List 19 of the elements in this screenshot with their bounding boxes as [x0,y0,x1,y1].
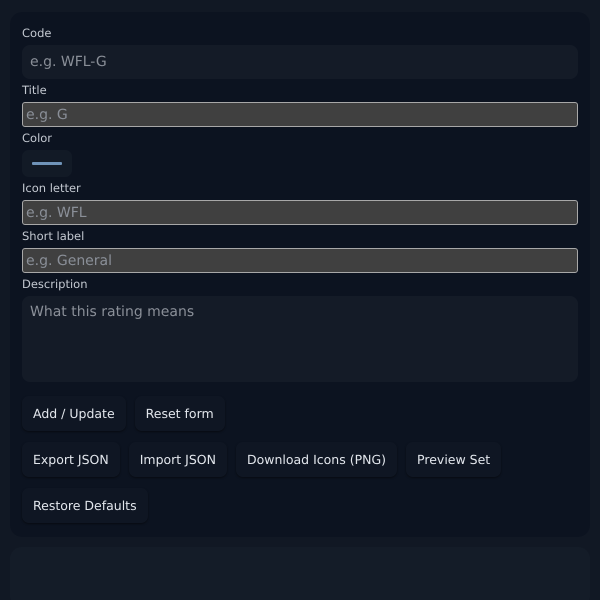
color-picker[interactable] [22,150,72,177]
field-label: Short label [22,229,86,243]
action-button[interactable]: Add / Update [22,396,126,431]
action-button[interactable]: Reset form [134,396,225,431]
action-button[interactable]: Download Icons (PNG) [236,442,398,477]
textarea-field[interactable]: What this rating means [22,296,578,382]
action-button[interactable]: Import JSON [128,442,227,477]
input-field[interactable]: e.g. G [22,102,578,127]
field-label: Description [22,277,88,291]
action-button[interactable]: Restore Defaults [22,488,148,523]
input-field[interactable]: e.g. WFL-G [22,45,578,79]
action-button[interactable]: Export JSON [22,442,120,477]
input-field[interactable]: e.g. General [22,248,578,273]
action-button[interactable]: Preview Set [406,442,502,477]
input-field[interactable]: e.g. WFL [22,200,578,225]
field-label: Code [22,26,52,40]
field-label: Color [22,131,54,145]
field-label: Icon letter [22,181,82,195]
field-label: Title [22,83,48,97]
